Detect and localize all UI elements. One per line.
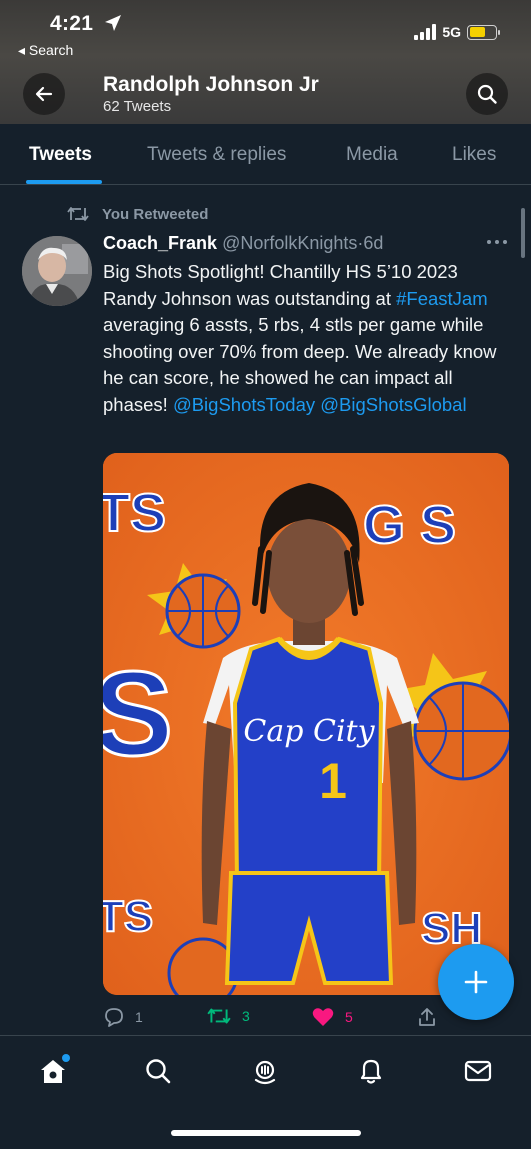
home-indicator[interactable]: [171, 1130, 361, 1136]
nav-home[interactable]: [36, 1054, 70, 1088]
profile-name: Randolph Johnson Jr: [103, 73, 319, 96]
spaces-icon: [254, 1060, 276, 1085]
tweet-actions: 1 3 5: [103, 1006, 463, 1032]
battery-icon: [467, 24, 500, 40]
nav-search[interactable]: [141, 1054, 175, 1088]
tweet-header: Coach_Frank @NorfolkKnights·6d: [103, 233, 383, 254]
tab-likes[interactable]: Likes: [452, 144, 496, 166]
status-time: 4:21: [50, 12, 94, 35]
tab-tweets[interactable]: Tweets: [29, 144, 92, 166]
banner-text-right: G S: [363, 495, 456, 555]
tweet-image[interactable]: TS G S S TS SH Cap City 1: [103, 453, 509, 995]
status-indicators: 5G: [414, 24, 500, 40]
retweet-label: You Retweeted: [102, 205, 209, 223]
player-photo: TS G S S TS SH Cap City 1: [103, 453, 509, 995]
jersey-text: Cap City: [243, 714, 375, 749]
arrow-left-icon: [35, 86, 53, 102]
author-name[interactable]: Coach_Frank: [103, 233, 217, 253]
jersey-number: 1: [319, 753, 347, 809]
network-type: 5G: [442, 24, 461, 40]
bell-icon: [360, 1059, 382, 1084]
mail-icon: [464, 1060, 492, 1082]
tweet-timestamp: 6d: [363, 233, 384, 253]
tweet-text: Big Shots Spotlight! Chantilly HS 5’10 2…: [103, 259, 508, 418]
retweet-context: You Retweeted: [66, 205, 208, 223]
avatar-photo: [22, 236, 92, 306]
compose-tweet-button[interactable]: [438, 944, 514, 1020]
notification-dot: [62, 1054, 70, 1062]
like-count: 5: [345, 1009, 353, 1025]
retweet-count: 3: [242, 1008, 250, 1024]
scrollbar[interactable]: [521, 208, 525, 258]
retweet-button[interactable]: 3: [206, 1006, 250, 1026]
nav-spaces[interactable]: [248, 1054, 282, 1088]
reply-count: 1: [135, 1009, 143, 1025]
back-button[interactable]: [23, 73, 65, 115]
reply-button[interactable]: 1: [103, 1006, 143, 1028]
nav-messages[interactable]: [461, 1054, 495, 1088]
reply-icon: [105, 1008, 123, 1027]
nav-notifications[interactable]: [354, 1054, 388, 1088]
share-icon: [419, 1008, 435, 1026]
profile-header: 4:21 ◂ Search 5G Randolph Johnson Jr 62 …: [0, 0, 531, 124]
author-handle[interactable]: @NorfolkKnights: [222, 233, 357, 253]
like-button[interactable]: 5: [311, 1006, 353, 1028]
search-button[interactable]: [466, 73, 508, 115]
banner-text-left: TS: [103, 483, 166, 543]
banner-text-bottom-left: TS: [103, 892, 153, 941]
profile-tabs: Tweets Tweets & replies Media Likes: [0, 124, 531, 185]
plus-icon: [464, 970, 488, 994]
location-arrow-icon: [105, 15, 121, 31]
more-horizontal-icon[interactable]: [487, 240, 507, 244]
active-tab-indicator: [26, 180, 102, 184]
search-icon: [146, 1059, 171, 1084]
mention-link[interactable]: @BigShotsToday: [173, 394, 315, 415]
mention-link[interactable]: @BigShotsGlobal: [320, 394, 466, 415]
search-icon: [477, 84, 497, 104]
tab-tweets-and-replies[interactable]: Tweets & replies: [147, 144, 286, 166]
back-to-app-link[interactable]: ◂ Search: [18, 42, 73, 59]
hashtag-link[interactable]: #FeastJam: [396, 288, 488, 309]
tweet-count: 62 Tweets: [103, 98, 172, 115]
share-button[interactable]: [416, 1006, 438, 1028]
signal-icon: [414, 24, 437, 40]
heart-icon: [312, 1008, 334, 1026]
retweet-icon: [207, 1008, 231, 1024]
author-avatar[interactable]: [22, 236, 92, 306]
retweet-icon: [67, 207, 89, 221]
banner-big-letter: S: [103, 647, 173, 781]
tab-media[interactable]: Media: [346, 144, 398, 166]
